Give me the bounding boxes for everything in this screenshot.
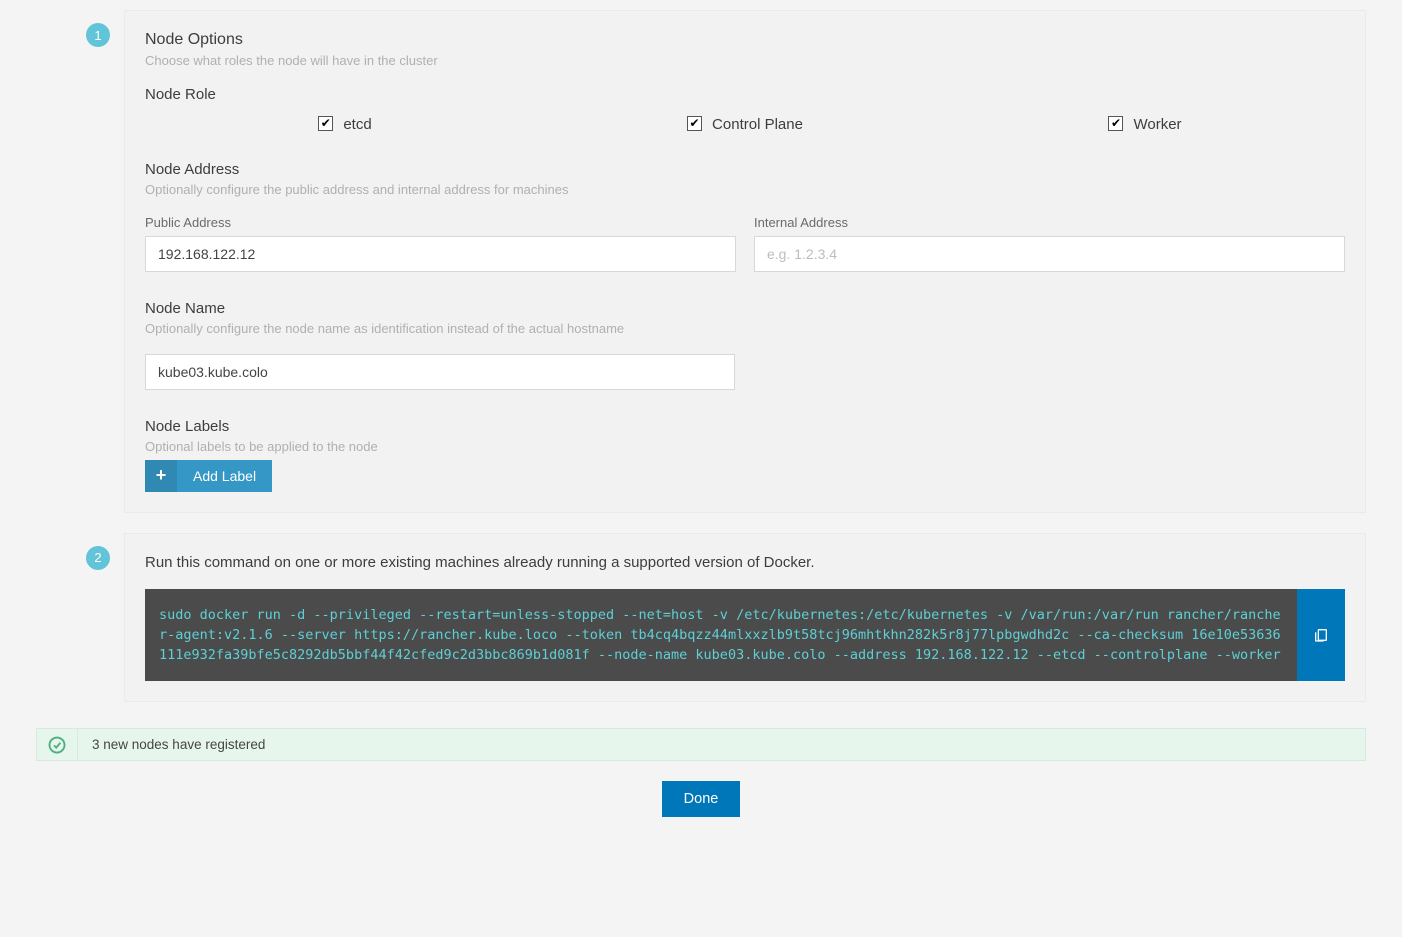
node-options-title: Node Options [145, 31, 1345, 49]
node-role-heading: Node Role [145, 86, 1345, 103]
node-labels-subtitle: Optional labels to be applied to the nod… [145, 439, 1345, 454]
plus-icon: + [145, 460, 177, 492]
node-address-heading: Node Address [145, 161, 1345, 178]
clipboard-icon [1313, 626, 1329, 644]
step-1-card: 1 Node Options Choose what roles the nod… [124, 10, 1366, 513]
node-name-input[interactable] [145, 354, 735, 390]
role-etcd[interactable]: etcd [318, 116, 371, 133]
internal-address-input[interactable] [754, 236, 1345, 272]
command-block[interactable]: sudo docker run -d --privileged --restar… [145, 589, 1297, 682]
node-name-heading: Node Name [145, 300, 1345, 317]
step-2-card: 2 Run this command on one or more existi… [124, 533, 1366, 703]
status-message: 3 new nodes have registered [77, 729, 1365, 760]
public-address-label: Public Address [145, 215, 736, 230]
node-address-subtitle: Optionally configure the public address … [145, 182, 1345, 197]
add-label-text: Add Label [177, 460, 272, 492]
step-1-badge: 1 [86, 23, 110, 47]
done-button[interactable]: Done [662, 781, 741, 817]
node-role-row: etcd Control Plane Worker [145, 115, 1345, 133]
role-worker[interactable]: Worker [1108, 116, 1181, 133]
role-etcd-label: etcd [343, 116, 371, 133]
checkbox-icon [318, 116, 333, 131]
checkbox-icon [687, 116, 702, 131]
checkbox-icon [1108, 116, 1123, 131]
role-worker-label: Worker [1133, 116, 1181, 133]
status-bar: 3 new nodes have registered [36, 728, 1366, 761]
node-name-subtitle: Optionally configure the node name as id… [145, 321, 1345, 336]
success-icon [37, 729, 77, 760]
role-control-plane[interactable]: Control Plane [687, 116, 803, 133]
node-options-subtitle: Choose what roles the node will have in … [145, 53, 1345, 68]
step-2-instruction: Run this command on one or more existing… [145, 554, 1345, 571]
node-labels-heading: Node Labels [145, 418, 1345, 435]
internal-address-label: Internal Address [754, 215, 1345, 230]
add-label-button[interactable]: + Add Label [145, 460, 272, 492]
role-control-plane-label: Control Plane [712, 116, 803, 133]
copy-button[interactable] [1297, 589, 1345, 682]
public-address-input[interactable] [145, 236, 736, 272]
step-2-badge: 2 [86, 546, 110, 570]
